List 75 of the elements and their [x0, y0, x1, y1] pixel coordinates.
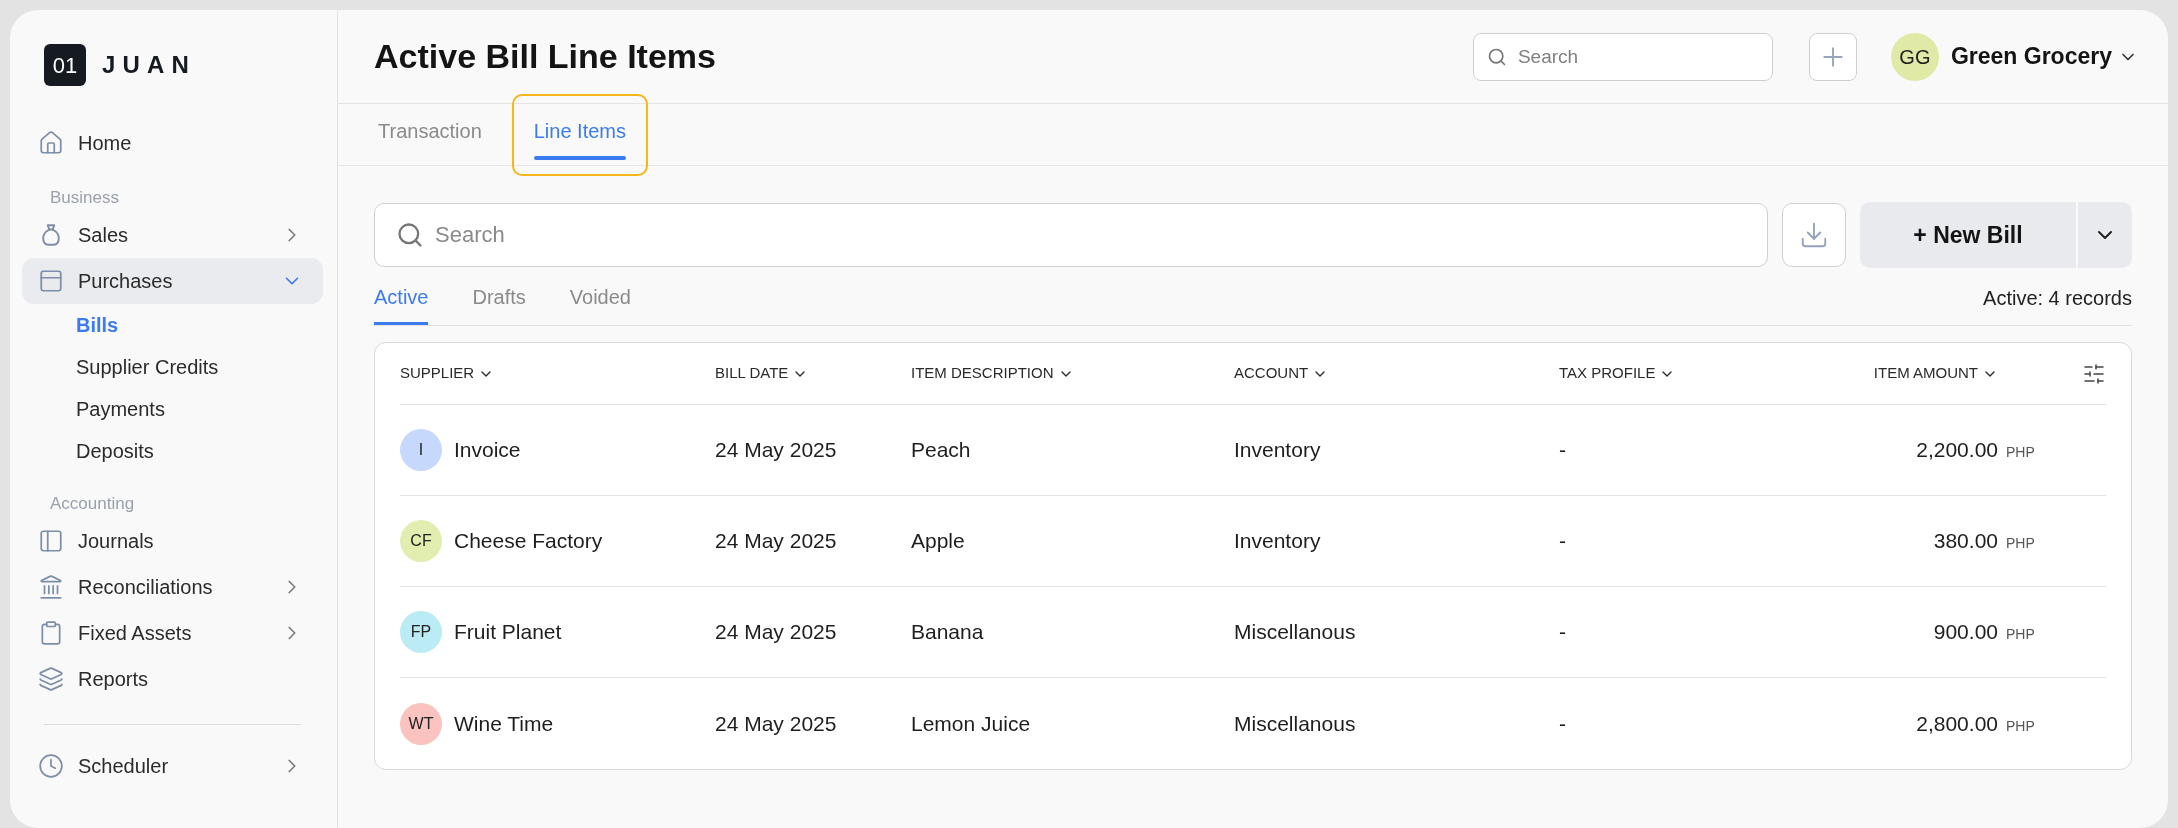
- layers-icon: [38, 666, 64, 692]
- supplier-avatar: CF: [400, 520, 442, 562]
- nav-item[interactable]: Home: [22, 120, 323, 166]
- search-icon: [1486, 46, 1507, 67]
- table-cell-text: -: [1559, 619, 1566, 646]
- nav-item[interactable]: Scheduler: [22, 743, 323, 789]
- search-field[interactable]: Search: [374, 203, 1768, 267]
- table-cell-text: 24 May 2025: [715, 437, 837, 464]
- nav-subitem[interactable]: Deposits: [76, 436, 154, 466]
- logo-text: JUAN: [102, 50, 197, 80]
- nav-item[interactable]: Purchases: [22, 258, 323, 304]
- table-cell-text: -: [1559, 437, 1566, 464]
- table-cell-text: 2,800.00: [1916, 710, 1998, 737]
- column-header[interactable]: ACCOUNT: [1234, 362, 1329, 385]
- clipboard-icon: [38, 620, 64, 646]
- column-header[interactable]: BILL DATE: [715, 362, 809, 385]
- table-cell-text: Invoice: [454, 437, 521, 464]
- nav-item[interactable]: Reconciliations: [22, 564, 323, 610]
- supplier-avatar: FP: [400, 611, 442, 653]
- column-header[interactable]: SUPPLIER: [400, 362, 495, 385]
- column-header[interactable]: TAX PROFILE: [1559, 362, 1676, 385]
- table-cell-text: 380.00: [1933, 528, 1998, 555]
- search-icon: [396, 221, 424, 249]
- table-cell-text: -: [1559, 710, 1566, 737]
- add-button[interactable]: [1808, 32, 1857, 81]
- nav-subitem[interactable]: Supplier Credits: [76, 352, 219, 382]
- currency-label: PHP: [2006, 443, 2036, 463]
- settings-icon[interactable]: [2082, 361, 2106, 386]
- table-cell-text: Miscellanous: [1234, 710, 1356, 737]
- table-cell-text: Cheese Factory: [454, 528, 603, 555]
- table-cell-text: Apple: [911, 528, 965, 555]
- logo-mark: 01: [44, 44, 86, 86]
- supplier-avatar: I: [400, 429, 442, 471]
- page-title: Active Bill Line Items: [374, 36, 717, 77]
- table-cell-text: Peach: [911, 437, 971, 464]
- download-icon: [1799, 220, 1829, 250]
- account-menu[interactable]: GG Green Grocery: [1890, 32, 2138, 81]
- nav-item[interactable]: Fixed Assets: [22, 610, 323, 656]
- nav-subitem[interactable]: Bills: [76, 310, 119, 340]
- table-cell-text: Banana: [911, 619, 984, 646]
- record-count: Active: 4 records: [1983, 286, 2132, 311]
- book-icon: [38, 528, 64, 554]
- table-cell-text: -: [1559, 528, 1566, 555]
- download-button[interactable]: [1782, 203, 1846, 267]
- nav-item[interactable]: Sales: [22, 212, 323, 258]
- nav-item[interactable]: Journals: [22, 518, 323, 564]
- supplier-avatar: WT: [400, 702, 442, 745]
- currency-label: PHP: [2006, 716, 2036, 736]
- table-cell-text: 24 May 2025: [715, 528, 837, 555]
- column-header[interactable]: ITEM AMOUNT: [1873, 362, 1998, 385]
- table-cell-text: 900.00: [1933, 619, 1998, 646]
- tab[interactable]: Line Items: [511, 93, 648, 176]
- nav-subitem[interactable]: Payments: [76, 394, 165, 424]
- table-cell-text: Lemon Juice: [911, 710, 1031, 737]
- home-icon: [38, 130, 64, 156]
- window-icon: [38, 268, 64, 294]
- nav-item[interactable]: Reports: [22, 656, 323, 702]
- table-cell-text: 2,200.00: [1916, 437, 1998, 464]
- table-cell-text: Inventory: [1234, 437, 1321, 464]
- status-tab[interactable]: Active: [374, 282, 429, 325]
- column-header[interactable]: ITEM DESCRIPTION: [911, 362, 1074, 385]
- currency-label: PHP: [2006, 534, 2036, 554]
- table-cell-text: 24 May 2025: [715, 619, 837, 646]
- bank-icon: [38, 574, 64, 600]
- clock-icon: [38, 753, 64, 779]
- table-cell-text: Miscellanous: [1234, 619, 1356, 646]
- table-cell-text: Wine Time: [454, 710, 554, 737]
- account-avatar: GG: [1890, 32, 1939, 81]
- section-heading: Accounting: [50, 493, 135, 516]
- table-cell-text: 24 May 2025: [715, 710, 837, 737]
- currency-label: PHP: [2006, 625, 2036, 645]
- search-field[interactable]: Search: [1472, 32, 1773, 81]
- section-heading: Business: [50, 187, 119, 210]
- table-cell-text: Inventory: [1234, 528, 1321, 555]
- table-cell-text: Fruit Planet: [454, 619, 562, 646]
